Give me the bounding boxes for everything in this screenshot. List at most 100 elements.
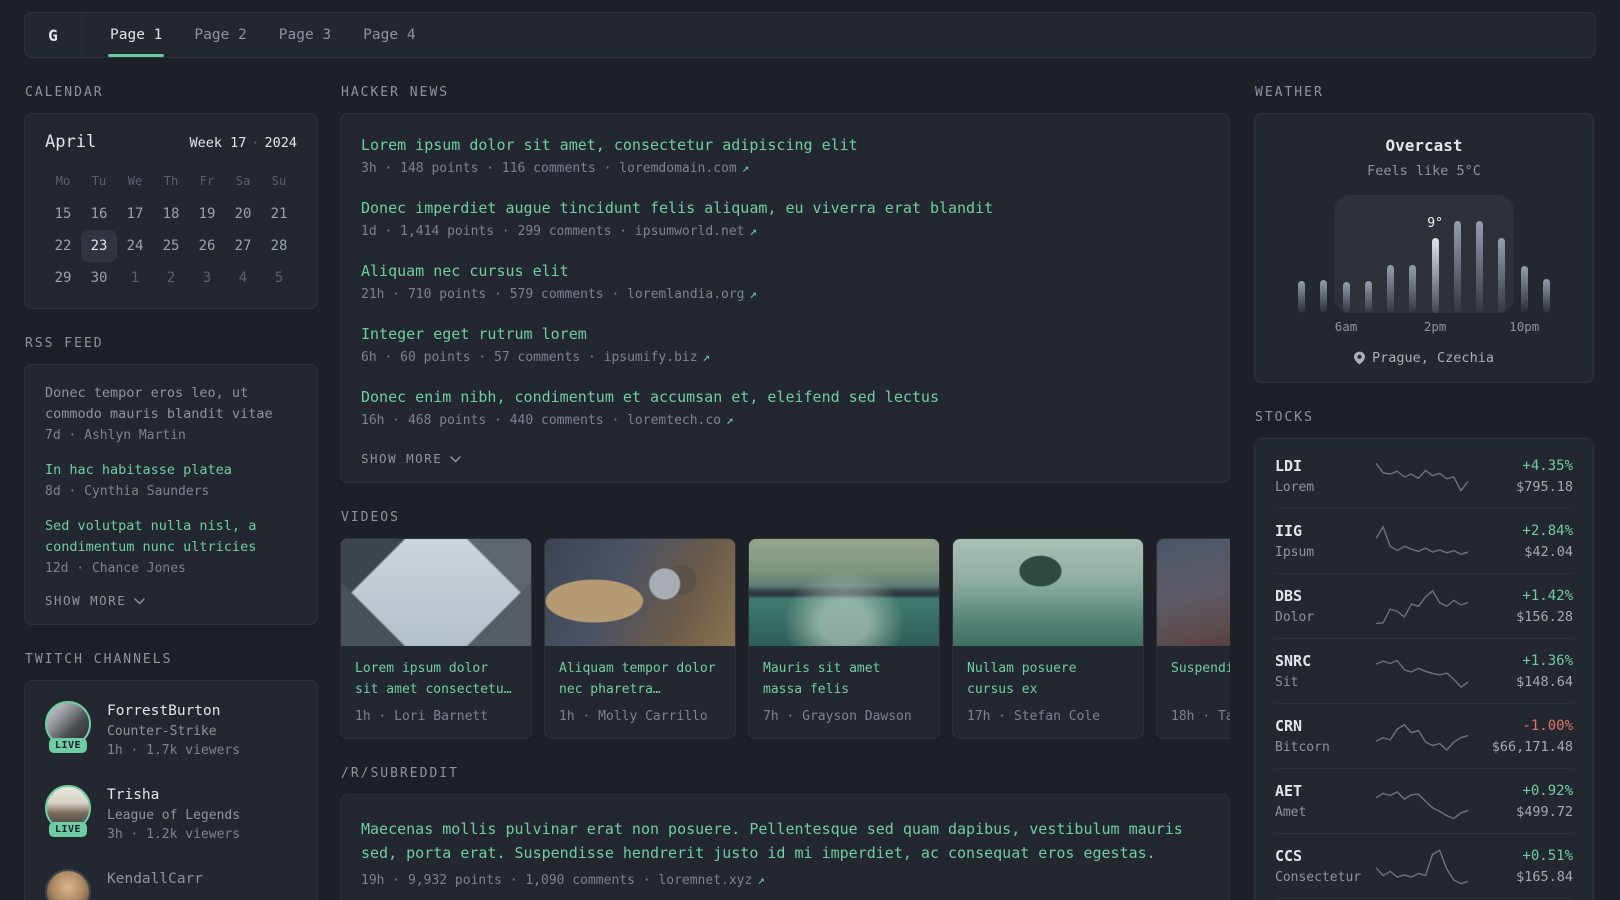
video-card[interactable]: Aliquam tempor dolor nec pharetra… 1h · M… xyxy=(544,538,736,739)
subreddit-post-link[interactable]: Maecenas mollis pulvinar erat non posuer… xyxy=(361,817,1209,865)
twitch-channel-row[interactable]: LIVE Trisha League of Legends 3h · 1.2k vie… xyxy=(45,785,297,842)
stock-price: $156.28 xyxy=(1516,608,1573,625)
hackernews-item-link[interactable]: Donec imperdiet augue tincidunt felis al… xyxy=(361,199,1209,217)
video-thumbnail xyxy=(545,539,735,646)
calendar-widget: April Week 17 · 2024 Mo Tu We Th Fr Sa Su 15 16 17 1… xyxy=(24,113,318,309)
calendar-week-number: Week 17 xyxy=(189,135,247,151)
stock-row[interactable]: LDI Lorem +4.35% $795.18 xyxy=(1275,444,1573,508)
stock-row[interactable]: AET Amet +0.92% $499.72 xyxy=(1275,768,1573,833)
external-link-icon: ↗ xyxy=(749,223,758,238)
calendar-day: 5 xyxy=(274,270,284,286)
video-thumbnail xyxy=(341,539,531,646)
calendar-day: 22 xyxy=(54,238,72,254)
hackernews-item-link[interactable]: Integer eget rutrum lorem xyxy=(361,325,1209,343)
calendar-day: 30 xyxy=(90,270,108,286)
calendar-dow-header: We xyxy=(127,174,143,188)
stock-name: Lorem xyxy=(1275,480,1315,495)
stock-row[interactable]: CRN Bitcorn -1.00% $66,171.48 xyxy=(1275,703,1573,768)
calendar-day: 28 xyxy=(270,238,288,254)
app-logo: G xyxy=(25,13,82,57)
hackernews-item-link[interactable]: Lorem ipsum dolor sit amet, consectetur … xyxy=(361,136,1209,154)
hackernews-item-link[interactable]: Donec enim nibh, condimentum et accumsan… xyxy=(361,388,1209,406)
calendar-day: 2 xyxy=(166,270,176,286)
rss-item-link[interactable]: Sed volutpat nulla nisl, a condimentum n… xyxy=(45,516,297,558)
tab-page-2[interactable]: Page 2 xyxy=(178,13,262,57)
rss-item-link[interactable]: Donec tempor eros leo, ut commodo mauris… xyxy=(45,383,297,425)
subreddit-section-label: /R/SUBREDDIT xyxy=(341,766,459,781)
weather-bar-current xyxy=(1431,238,1439,313)
stock-sparkline xyxy=(1375,716,1469,756)
stock-ticker: IIG xyxy=(1275,522,1303,540)
page-tabs: Page 1 Page 2 Page 3 Page 4 xyxy=(82,13,432,57)
calendar-day: 17 xyxy=(126,206,144,222)
tab-page-4[interactable]: Page 4 xyxy=(347,13,431,57)
stocks-widget: LDI Lorem +4.35% $795.18 IIG Ipsum +2.84% $42.0… xyxy=(1254,438,1594,900)
hackernews-item-meta: 3h · 148 points · 116 comments · loremdo… xyxy=(361,160,750,176)
stock-row[interactable]: IIG Ipsum +2.84% $42.04 xyxy=(1275,508,1573,573)
chevron-down-icon xyxy=(134,597,145,605)
hackernews-widget: Lorem ipsum dolor sit amet, consectetur … xyxy=(340,113,1230,483)
hackernews-section-label: HACKER NEWS xyxy=(341,85,450,100)
video-card[interactable]: Mauris sit amet massa felis 7h · Grayson … xyxy=(748,538,940,739)
live-badge: LIVE xyxy=(48,738,88,753)
calendar-year: 2024 xyxy=(264,135,297,151)
calendar-week-year: Week 17 · 2024 xyxy=(189,135,297,151)
rss-item-link[interactable]: In hac habitasse platea xyxy=(45,460,297,481)
calendar-day: 15 xyxy=(54,206,72,222)
tab-page-3[interactable]: Page 3 xyxy=(263,13,347,57)
calendar-day: 4 xyxy=(238,270,248,286)
hackernews-item: Aliquam nec cursus elit 21h · 710 points … xyxy=(361,262,1209,302)
stock-ticker: CCS xyxy=(1275,847,1303,865)
dot-separator: · xyxy=(251,135,260,151)
stock-info: DBS Dolor xyxy=(1275,587,1375,625)
stock-row[interactable]: CCS Consectetur +0.51% $165.84 xyxy=(1275,833,1573,898)
twitch-channel-meta: 1h · 1.7k viewers xyxy=(107,743,241,758)
twitch-avatar-wrap xyxy=(45,869,91,900)
stock-price: $42.04 xyxy=(1524,543,1573,560)
stock-values: -1.00% $66,171.48 xyxy=(1469,718,1573,755)
stock-info: LDI Lorem xyxy=(1275,457,1375,495)
videos-row: Lorem ipsum dolor sit amet consectetu… 1h… xyxy=(340,538,1230,739)
twitch-channel-row[interactable]: KendallCarr xyxy=(45,869,297,900)
rss-show-more-button[interactable]: SHOW MORE xyxy=(45,593,297,608)
weather-bar xyxy=(1542,279,1550,313)
calendar-day: 27 xyxy=(234,238,252,254)
calendar-day: 3 xyxy=(202,270,212,286)
video-thumbnail xyxy=(953,539,1143,646)
rss-feed-item: Donec tempor eros leo, ut commodo mauris… xyxy=(45,383,297,443)
hackernews-show-more-button[interactable]: SHOW MORE xyxy=(361,451,1209,466)
video-title: Lorem ipsum dolor sit amet consectetu… xyxy=(355,661,512,697)
stock-change: +2.84% xyxy=(1522,522,1573,539)
tab-page-1[interactable]: Page 1 xyxy=(94,13,178,57)
stocks-section-label: STOCKS xyxy=(1255,410,1314,425)
stock-values: +0.92% $499.72 xyxy=(1469,783,1573,820)
calendar-dow-header: Sa xyxy=(235,174,251,188)
weather-hourly-chart: 9° xyxy=(1298,195,1550,313)
external-link-icon: ↗ xyxy=(726,412,734,427)
weather-bar xyxy=(1387,265,1395,313)
video-card[interactable]: Nullam posuere cursus ex 17h · Stefan Col… xyxy=(952,538,1144,739)
stock-row[interactable]: SNRC Sit +1.36% $148.64 xyxy=(1275,638,1573,703)
video-card[interactable]: Suspendisse diam 18h · Tara xyxy=(1156,538,1230,739)
dashboard-columns: CALENDAR April Week 17 · 2024 Mo Tu We Th Fr Sa… xyxy=(24,58,1594,900)
video-card[interactable]: Lorem ipsum dolor sit amet consectetu… 1h… xyxy=(340,538,532,739)
stock-row[interactable]: DBS Dolor +1.42% $156.28 xyxy=(1275,573,1573,638)
stock-values: +4.35% $795.18 xyxy=(1469,458,1573,495)
stock-price: $148.64 xyxy=(1516,673,1573,690)
video-thumbnail xyxy=(1157,539,1230,646)
weather-feels-like: Feels like 5°C xyxy=(1367,163,1481,179)
stock-change: +1.36% xyxy=(1522,652,1573,669)
videos-section-label: VIDEOS xyxy=(341,510,400,525)
twitch-channel-row[interactable]: LIVE ForrestBurton Counter-Strike 1h · 1.7k… xyxy=(45,701,297,758)
subreddit-post-meta: 19h · 9,932 points · 1,090 comments · lo… xyxy=(361,872,765,888)
hackernews-item-link[interactable]: Aliquam nec cursus elit xyxy=(361,262,1209,280)
video-meta: 1h · Lori Barnett xyxy=(355,709,489,724)
stock-price: $795.18 xyxy=(1516,478,1573,495)
video-title: Suspendisse diam xyxy=(1171,661,1230,676)
calendar-day: 25 xyxy=(162,238,180,254)
weather-bar xyxy=(1320,280,1328,313)
stock-info: CRN Bitcorn xyxy=(1275,717,1375,755)
weather-time-labels: 6am 2pm 10pm xyxy=(1298,319,1550,335)
stock-ticker: LDI xyxy=(1275,457,1303,475)
stock-price: $499.72 xyxy=(1516,803,1573,820)
